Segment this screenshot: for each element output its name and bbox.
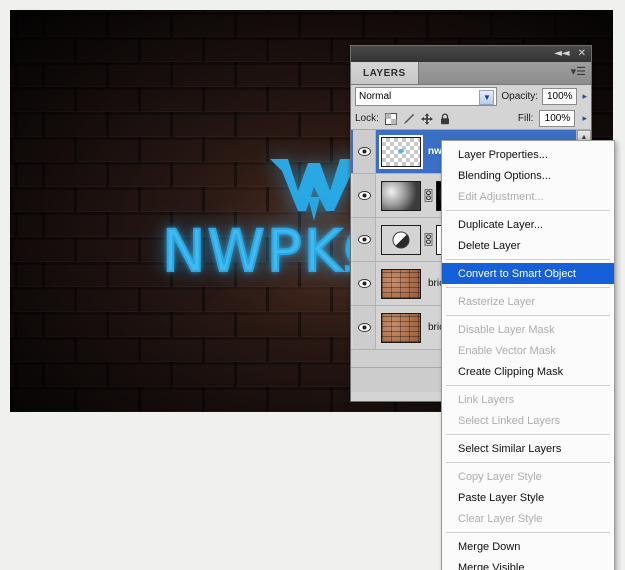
layer-thumbnail[interactable]: [381, 180, 421, 211]
layer-thumbnail[interactable]: [381, 224, 421, 255]
tab-layers[interactable]: LAYERS: [351, 62, 419, 84]
app-root: NWPKΩ ◄◄ ✕ LAYERS ▾☰ Normal ▼ Opacity: 1…: [0, 0, 625, 570]
menu-item-rasterize-layer: Rasterize Layer: [458, 295, 536, 308]
menu-item-disable-layer-mask: Disable Layer Mask: [458, 323, 555, 336]
eye-icon[interactable]: [353, 262, 376, 305]
menu-item-merge-down[interactable]: Merge Down: [442, 536, 614, 557]
blend-mode-value: Normal: [359, 91, 392, 102]
opacity-input[interactable]: 100%: [542, 88, 578, 105]
eye-icon[interactable]: [353, 174, 376, 217]
panel-tabstrip: LAYERS ▾☰: [351, 62, 591, 85]
close-panel-icon[interactable]: ✕: [578, 49, 586, 59]
menu-item-blending-options[interactable]: Blending Options...: [442, 165, 614, 186]
fill-stepper-icon[interactable]: ▸: [581, 113, 587, 124]
menu-separator: [446, 210, 610, 211]
menu-separator: [446, 532, 610, 533]
eye-icon[interactable]: [353, 218, 376, 261]
lock-transparent-pixels-icon[interactable]: [384, 112, 397, 125]
layer-thumbnail[interactable]: [381, 268, 421, 299]
lock-row: Lock: Fill: 100% ▸: [351, 108, 591, 130]
menu-separator: [446, 259, 610, 260]
menu-item-delete-layer[interactable]: Delete Layer: [442, 235, 614, 256]
menu-item-select-similar-layers[interactable]: Select Similar Layers: [442, 438, 614, 459]
menu-item-copy-layer-style: Copy Layer Style: [458, 470, 542, 483]
menu-item-paste-layer-style[interactable]: Paste Layer Style: [442, 487, 614, 508]
menu-separator: [446, 287, 610, 288]
menu-item-edit-adjustment: Edit Adjustment...: [458, 190, 544, 203]
lock-position-icon[interactable]: [420, 112, 433, 125]
panel-menu-icon[interactable]: ▾☰: [571, 67, 586, 78]
menu-item-clear-layer-style: Clear Layer Style: [458, 512, 543, 525]
mask-link-icon[interactable]: [424, 233, 433, 246]
menu-separator: [446, 385, 610, 386]
menu-item-convert-to-smart-object[interactable]: Convert to Smart Object: [442, 263, 614, 284]
opacity-stepper-icon[interactable]: ▸: [581, 91, 587, 102]
menu-separator: [446, 462, 610, 463]
layer-thumbnail[interactable]: [381, 312, 421, 343]
menu-item-select-linked-layers: Select Linked Layers: [458, 414, 561, 427]
menu-item-create-clipping-mask[interactable]: Create Clipping Mask: [442, 361, 614, 382]
lock-label: Lock:: [355, 113, 379, 124]
opacity-label: Opacity:: [501, 91, 539, 102]
layer-thumbnail[interactable]: [379, 134, 423, 169]
lock-icon-group: [384, 112, 451, 125]
blend-options-row: Normal ▼ Opacity: 100% ▸: [351, 85, 591, 108]
lock-image-pixels-icon[interactable]: [403, 113, 415, 125]
menu-separator: [446, 315, 610, 316]
menu-separator: [446, 434, 610, 435]
blend-mode-select[interactable]: Normal ▼: [355, 87, 498, 106]
menu-item-enable-vector-mask: Enable Vector Mask: [458, 344, 556, 357]
menu-item-link-layers: Link Layers: [458, 393, 515, 406]
menu-item-layer-properties[interactable]: Layer Properties...: [442, 144, 614, 165]
fill-input[interactable]: 100%: [539, 110, 576, 127]
collapse-panel-icon[interactable]: ◄◄: [554, 49, 569, 59]
chevron-down-icon[interactable]: ▼: [479, 90, 495, 105]
eye-icon[interactable]: [353, 306, 376, 349]
panel-title-bar: ◄◄ ✕: [351, 46, 591, 62]
lock-all-icon[interactable]: [439, 113, 451, 125]
menu-item-duplicate-layer[interactable]: Duplicate Layer...: [442, 214, 614, 235]
menu-item-merge-visible[interactable]: Merge Visible: [442, 557, 614, 570]
mask-link-icon[interactable]: [424, 189, 433, 202]
w-logo-icon: [270, 159, 358, 221]
eye-icon[interactable]: [353, 130, 376, 173]
layer-context-menu[interactable]: Layer Properties... Blending Options... …: [441, 140, 615, 570]
fill-label: Fill:: [517, 113, 534, 124]
